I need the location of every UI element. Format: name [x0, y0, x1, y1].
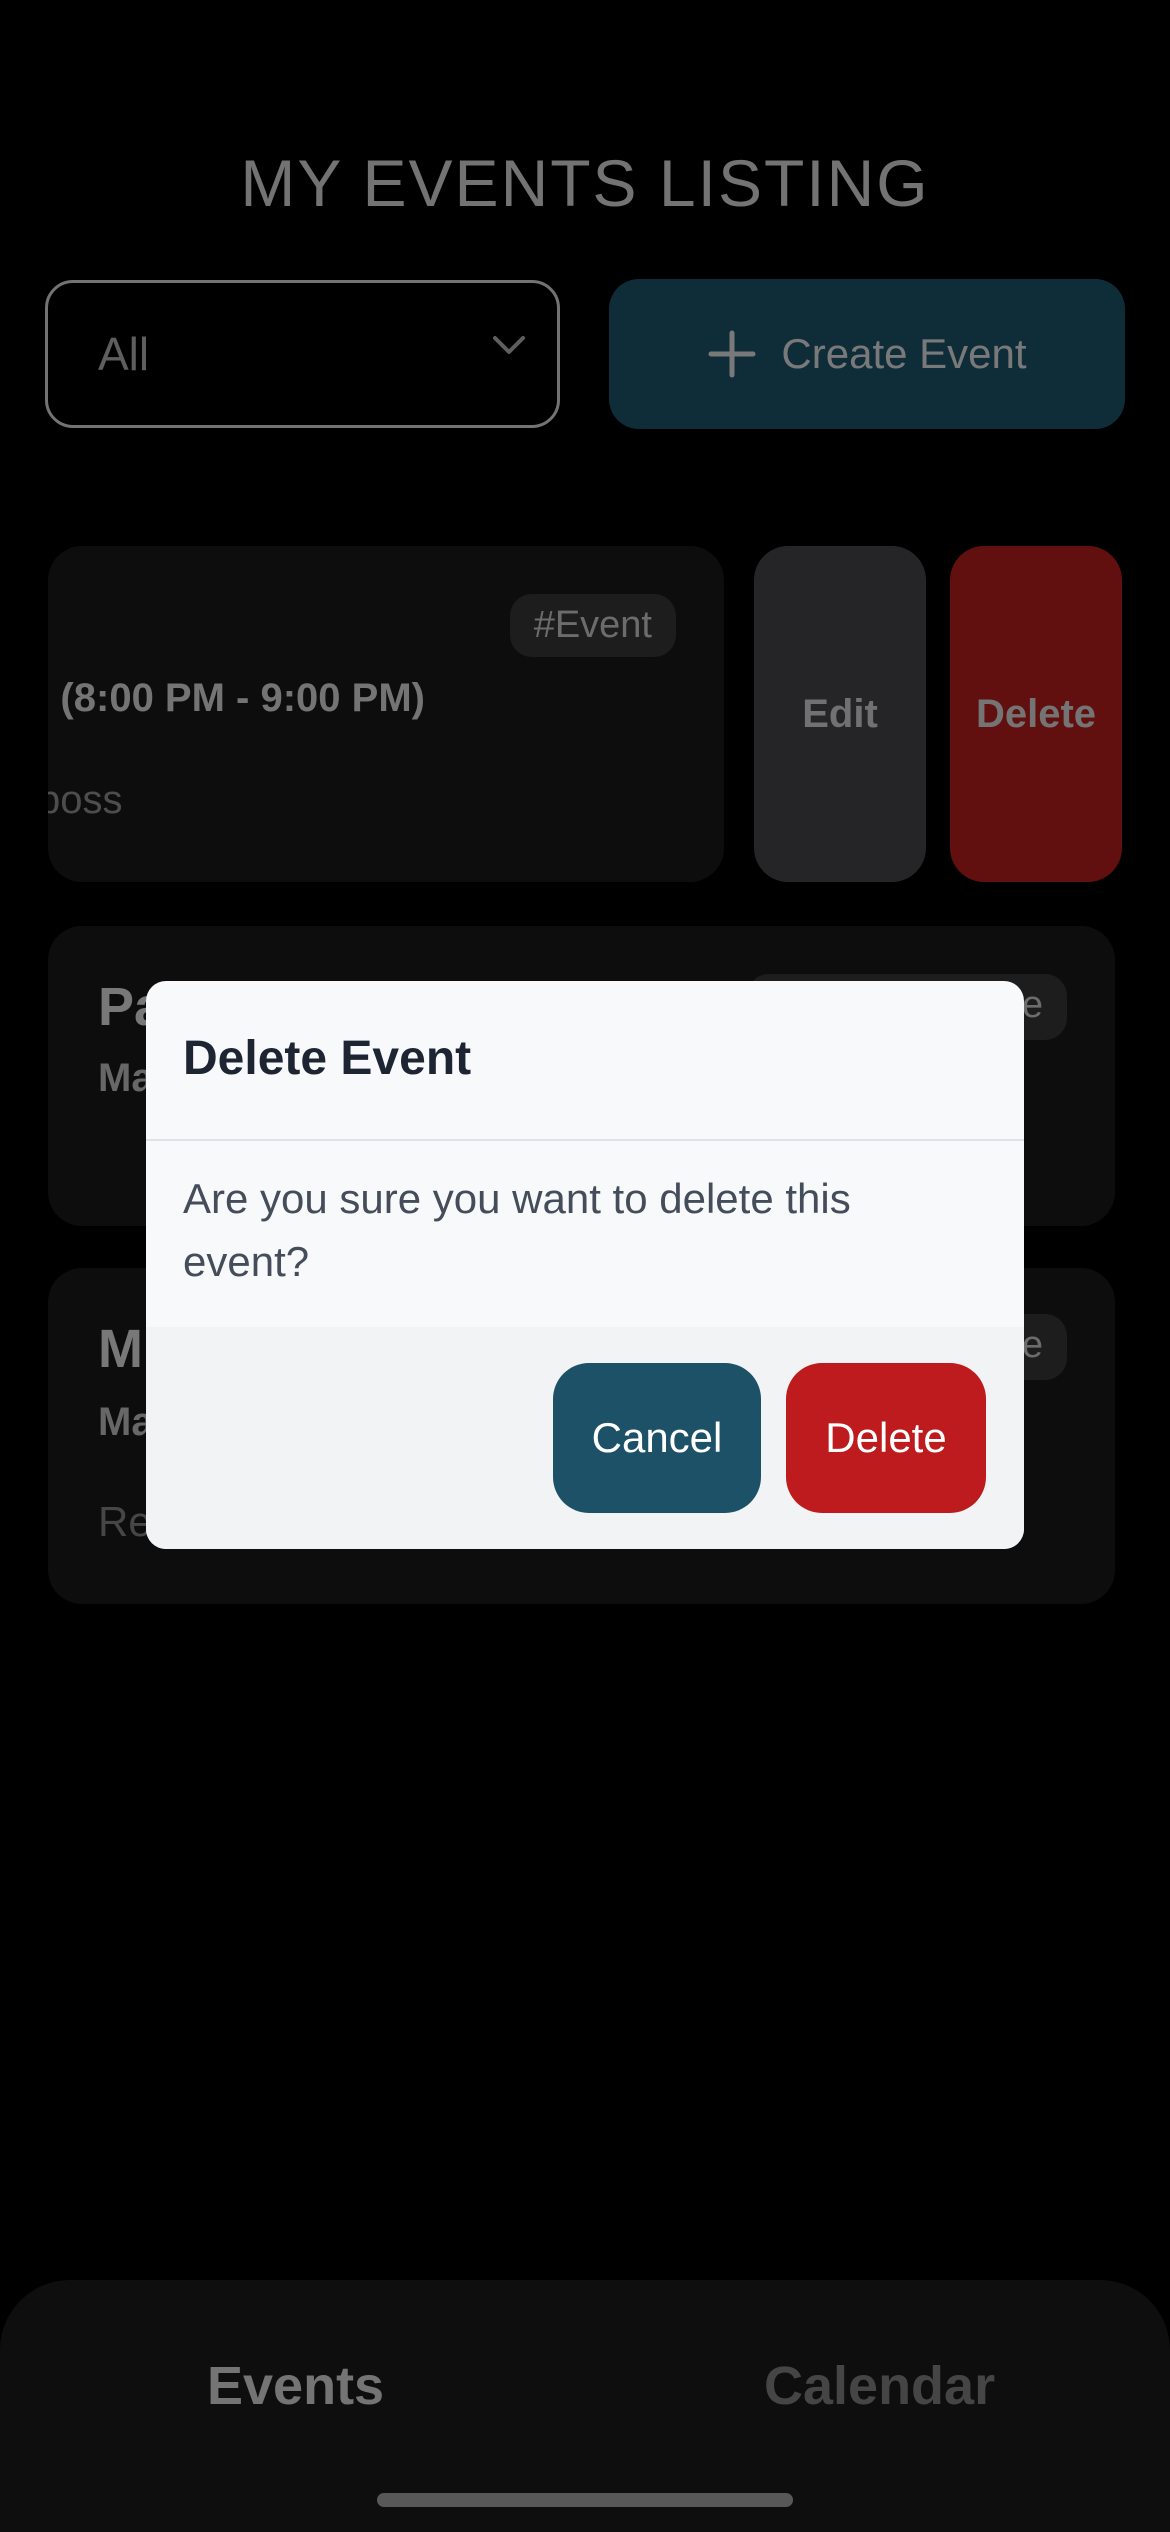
dialog-footer: Cancel Delete — [146, 1327, 1024, 1549]
delete-event-dialog: Delete Event Are you sure you want to de… — [146, 981, 1024, 1549]
cancel-button[interactable]: Cancel — [553, 1363, 761, 1513]
dialog-header: Delete Event — [146, 981, 1024, 1141]
dialog-title: Delete Event — [183, 1032, 472, 1085]
confirm-delete-button[interactable]: Delete — [786, 1363, 986, 1513]
events-screen: MY EVENTS LISTING All Create Event #Even… — [0, 0, 1170, 2532]
dialog-message: Are you sure you want to delete this eve… — [183, 1175, 851, 1285]
